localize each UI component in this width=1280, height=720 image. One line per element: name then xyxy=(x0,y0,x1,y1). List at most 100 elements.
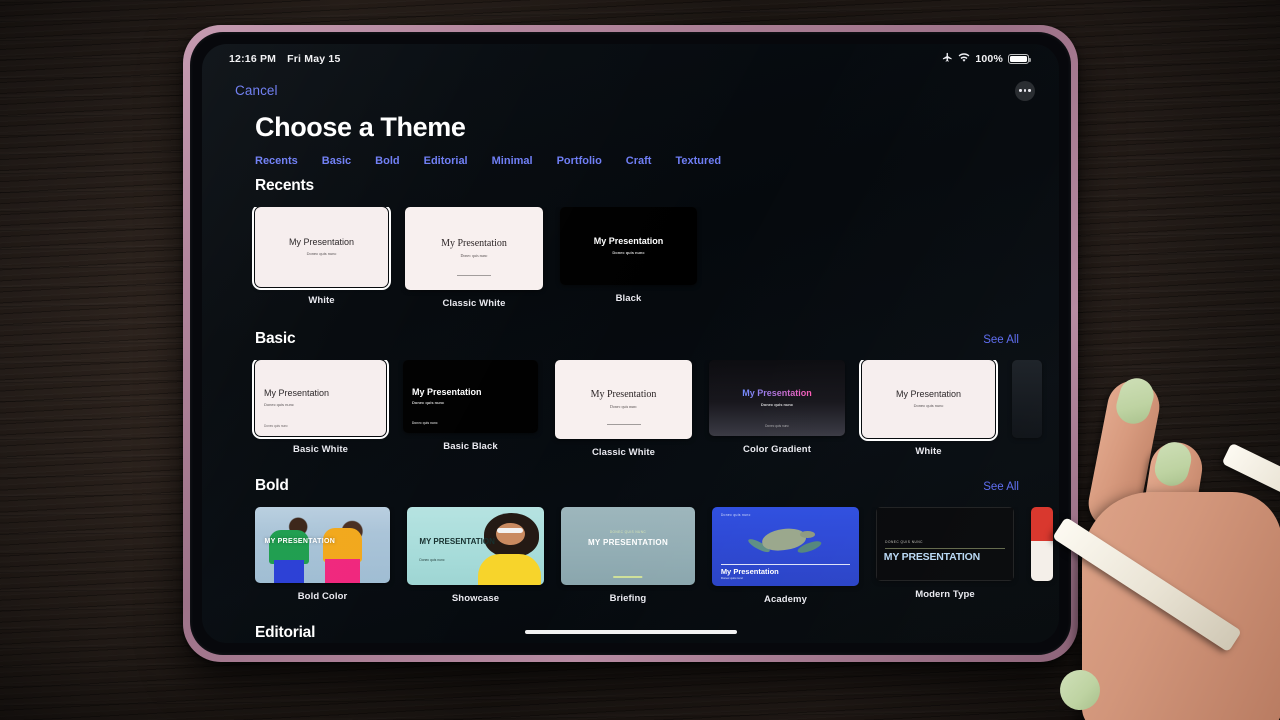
battery-percent-label: 100% xyxy=(975,53,1003,65)
theme-thumbnail[interactable]: MY PRESENTATION xyxy=(255,507,390,583)
tab-minimal[interactable]: Minimal xyxy=(492,155,557,167)
tab-craft[interactable]: Craft xyxy=(626,155,676,167)
theme-thumbnail[interactable]: DONEC QUIS NUNC MY PRESENTATION xyxy=(876,507,1014,581)
theme-card-classic-white-basic[interactable]: My Presentation Donec quis nunc Classic … xyxy=(555,360,692,458)
theme-row-recents[interactable]: My Presentation Donec quis nunc White My… xyxy=(202,207,1059,309)
slide-title: My Presentation xyxy=(742,388,812,399)
slide-subtitle: Donec quis nunc xyxy=(720,575,744,580)
theme-card-white-basic[interactable]: My Presentation Donec quis nunc White xyxy=(859,360,998,458)
theme-thumbnail[interactable]: My Presentation Donec quis nunc Donec qu… xyxy=(252,360,389,439)
section-title-bold: Bold xyxy=(255,477,289,494)
tab-portfolio[interactable]: Portfolio xyxy=(557,155,626,167)
section-title-editorial: Editorial xyxy=(255,624,316,641)
status-time: 12:16 PM xyxy=(229,53,277,65)
theme-thumbnail[interactable]: Donec quis nunc My Presentation Donec qu… xyxy=(712,507,859,586)
section-basic: Basic See All My Presentation Donec quis… xyxy=(202,330,1059,458)
slide-kicker: DONEC QUIS NUNC xyxy=(609,530,647,535)
theme-card-modern-type[interactable]: DONEC QUIS NUNC MY PRESENTATION Modern T… xyxy=(876,507,1014,605)
theme-card-white[interactable]: My Presentation Donec quis nunc White xyxy=(252,207,391,309)
theme-thumbnail[interactable]: MY PRESENTATION Donec quis nunc xyxy=(407,507,544,585)
theme-thumbnail[interactable]: My Presentation Donec quis nunc xyxy=(555,360,692,439)
theme-row-bold[interactable]: MY PRESENTATION Bold Color MY PRESENTATI… xyxy=(202,507,1059,605)
home-indicator[interactable] xyxy=(524,630,737,634)
section-recents: Recents My Presentation Donec quis nunc … xyxy=(202,177,1059,309)
section-title-basic: Basic xyxy=(255,330,296,347)
slide-subtitle: Donec quis nunc xyxy=(264,401,294,407)
slide-title: MY PRESENTATION xyxy=(883,551,980,564)
theme-thumbnail[interactable]: DONEC QUIS NUNC MY PRESENTATION xyxy=(561,507,695,585)
theme-name: Basic White xyxy=(293,444,348,455)
see-all-bold-button[interactable]: See All xyxy=(983,481,1019,493)
status-date: Fri May 15 xyxy=(287,53,341,65)
theme-card-briefing[interactable]: DONEC QUIS NUNC MY PRESENTATION Briefing xyxy=(561,507,695,605)
slide-title: MY PRESENTATION xyxy=(264,538,336,546)
slide-title: My Presentation xyxy=(441,238,507,250)
slide-subtitle: Donec quis nunc xyxy=(612,249,645,255)
slide-title: My Presentation xyxy=(288,237,355,248)
slide-title: My Presentation xyxy=(895,389,962,400)
theme-card-academy[interactable]: Donec quis nunc My Presentation Donec qu… xyxy=(712,507,859,605)
tab-textured[interactable]: Textured xyxy=(675,155,745,167)
slide-title: My Presentation xyxy=(412,386,482,397)
theme-thumbnail[interactable] xyxy=(1031,507,1053,581)
theme-name: Briefing xyxy=(609,593,647,604)
page-title: Choose a Theme xyxy=(255,112,466,142)
theme-thumbnail[interactable]: My Presentation Donec quis nunc xyxy=(560,207,697,285)
status-bar: 12:16 PM Fri May 15 100% xyxy=(202,44,1059,74)
slide-footer: Donec quis nunc xyxy=(264,424,288,428)
theme-name: Modern Type xyxy=(915,589,975,600)
theme-card-black[interactable]: My Presentation Donec quis nunc Black xyxy=(560,207,697,309)
more-options-icon[interactable] xyxy=(1015,80,1035,101)
slide-subtitle: Donec quis nunc xyxy=(610,403,637,409)
theme-card-partial-bold[interactable] xyxy=(1031,507,1053,605)
slide-subtitle: Donec quis nunc xyxy=(913,402,944,408)
slide-subtitle: Donec quis nunc xyxy=(760,401,794,407)
tab-basic[interactable]: Basic xyxy=(322,155,375,167)
slide-subtitle: Donec quis nunc xyxy=(419,558,445,563)
theme-name: Academy xyxy=(764,594,807,605)
tablet-screen: 12:16 PM Fri May 15 100% Cancel Choose a… xyxy=(202,44,1059,643)
theme-thumbnail[interactable]: My Presentation Donec quis nunc xyxy=(405,207,543,290)
navigation-bar: Cancel xyxy=(202,74,1059,107)
theme-thumbnail[interactable]: My Presentation Donec quis nunc Donec qu… xyxy=(403,360,538,433)
slide-footer: Donec quis nunc xyxy=(765,424,789,428)
theme-card-showcase[interactable]: MY PRESENTATION Donec quis nunc Showcase xyxy=(407,507,544,605)
category-tab-bar: Recents Basic Bold Editorial Minimal Por… xyxy=(255,155,745,167)
slide-subtitle: Donec quis nunc xyxy=(306,250,337,256)
theme-card-partial-basic[interactable] xyxy=(1012,360,1042,458)
theme-name: White xyxy=(915,446,942,457)
theme-name: Classic White xyxy=(591,447,656,458)
wifi-icon xyxy=(958,52,970,66)
cancel-button[interactable]: Cancel xyxy=(235,83,278,98)
slide-footer: Donec quis nunc xyxy=(412,421,438,425)
battery-icon xyxy=(1008,54,1031,64)
theme-row-basic[interactable]: My Presentation Donec quis nunc Donec qu… xyxy=(202,360,1059,458)
tab-bold[interactable]: Bold xyxy=(375,155,423,167)
section-bold: Bold See All MY PRESENTATION Bold Color xyxy=(202,477,1059,605)
see-all-basic-button[interactable]: See All xyxy=(983,334,1019,346)
slide-title: My Presentation xyxy=(590,389,657,401)
theme-thumbnail[interactable] xyxy=(1012,360,1042,438)
theme-scroll-area[interactable]: Recents My Presentation Donec quis nunc … xyxy=(202,177,1059,643)
theme-name: Showcase xyxy=(451,593,500,604)
slide-subtitle: Donec quis nunc xyxy=(460,252,488,258)
theme-card-color-gradient[interactable]: My Presentation Donec quis nunc Donec qu… xyxy=(709,360,845,458)
theme-thumbnail[interactable]: My Presentation Donec quis nunc Donec qu… xyxy=(709,360,845,436)
slide-title: MY PRESENTATION xyxy=(587,538,669,548)
theme-card-bold-color[interactable]: MY PRESENTATION Bold Color xyxy=(255,507,390,605)
section-title-recents: Recents xyxy=(255,177,314,194)
slide-title: MY PRESENTATION xyxy=(419,536,495,546)
theme-card-basic-black[interactable]: My Presentation Donec quis nunc Donec qu… xyxy=(403,360,538,458)
tab-editorial[interactable]: Editorial xyxy=(424,155,492,167)
theme-name: White xyxy=(308,295,335,306)
theme-thumbnail[interactable]: My Presentation Donec quis nunc xyxy=(859,360,998,441)
theme-thumbnail[interactable]: My Presentation Donec quis nunc xyxy=(252,207,391,290)
slide-kicker: DONEC QUIS NUNC xyxy=(885,540,923,545)
theme-card-classic-white[interactable]: My Presentation Donec quis nunc Classic … xyxy=(405,207,543,309)
tab-recents[interactable]: Recents xyxy=(255,155,322,167)
theme-name: Bold Color xyxy=(297,591,348,602)
slide-subtitle: Donec quis nunc xyxy=(412,400,445,406)
theme-name: Black xyxy=(615,293,642,304)
theme-card-basic-white[interactable]: My Presentation Donec quis nunc Donec qu… xyxy=(252,360,389,458)
slide-kicker: Donec quis nunc xyxy=(720,513,751,518)
